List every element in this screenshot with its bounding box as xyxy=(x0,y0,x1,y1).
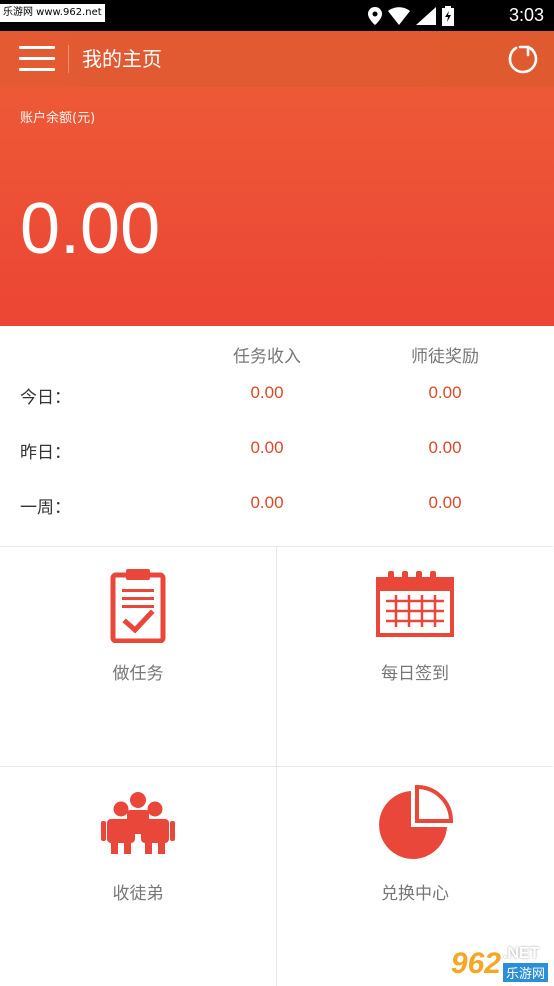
page-title: 我的主页 xyxy=(82,47,162,71)
balance-panel: 账户余额(元) 0.00 xyxy=(0,87,554,326)
watermark-num: 962 xyxy=(450,946,501,980)
feature-grid: 做任务 每日签到 收徒弟 兑换中心 xyxy=(0,546,554,986)
row-label-week: 一周： xyxy=(20,498,71,518)
calendar-icon xyxy=(376,571,454,637)
watermark-text: 乐游网 www.962.net xyxy=(0,4,105,22)
wifi-icon xyxy=(388,7,410,25)
status-icons xyxy=(368,6,454,26)
clipboard-check-icon xyxy=(110,569,166,643)
battery-icon xyxy=(442,6,454,26)
row-label-today: 今日： xyxy=(20,388,71,408)
title-divider xyxy=(68,45,69,73)
people-icon xyxy=(101,792,175,854)
recruit-apprentice-button[interactable]: 收徒弟 xyxy=(0,766,276,986)
watermark-logo: 962 .NET 乐游网 xyxy=(451,945,548,982)
location-icon xyxy=(368,7,382,25)
row-label-yesterday: 昨日： xyxy=(20,443,71,463)
column-header-mentor-reward: 师徒奖励 xyxy=(411,347,479,367)
week-mentor-reward: 0.00 xyxy=(428,493,462,512)
app-bar: 我的主页 xyxy=(0,31,554,87)
earnings-table: 任务收入 师徒奖励 今日： 0.00 0.00 昨日： 0.00 0.00 一周… xyxy=(0,326,554,546)
week-task-income: 0.00 xyxy=(250,493,284,512)
redeem-center-label: 兑换中心 xyxy=(381,884,449,904)
menu-button[interactable] xyxy=(19,44,55,74)
today-mentor-reward: 0.00 xyxy=(428,383,462,402)
daily-checkin-button[interactable]: 每日签到 xyxy=(276,546,553,766)
recruit-apprentice-label: 收徒弟 xyxy=(112,884,164,904)
do-tasks-label: 做任务 xyxy=(112,664,164,684)
column-header-task-income: 任务收入 xyxy=(233,347,301,367)
watermark-cn: 乐游网 xyxy=(502,963,548,982)
status-bar: 乐游网 www.962.net 3:03 xyxy=(0,0,554,31)
today-task-income: 0.00 xyxy=(250,383,284,402)
signal-icon xyxy=(416,7,436,25)
refresh-button[interactable] xyxy=(506,42,540,76)
yesterday-mentor-reward: 0.00 xyxy=(428,438,462,457)
refresh-icon xyxy=(508,45,538,74)
status-time: 3:03 xyxy=(508,5,544,25)
balance-label: 账户余额(元) xyxy=(20,111,96,126)
do-tasks-button[interactable]: 做任务 xyxy=(0,546,276,766)
pie-chart-icon xyxy=(379,784,454,859)
watermark-net: .NET xyxy=(502,945,540,962)
daily-checkin-label: 每日签到 xyxy=(381,664,449,684)
balance-value: 0.00 xyxy=(20,189,161,269)
yesterday-task-income: 0.00 xyxy=(250,438,284,457)
